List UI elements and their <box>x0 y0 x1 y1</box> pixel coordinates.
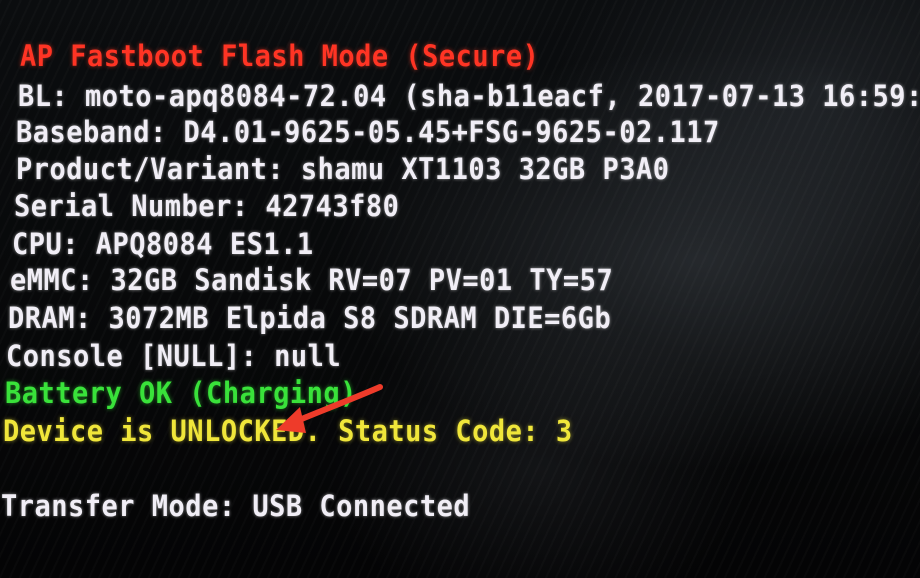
device-unlock-status: Device is UNLOCKED. Status Code: 3 <box>3 415 573 449</box>
fastboot-title: AP Fastboot Flash Mode (Secure) <box>20 40 540 74</box>
battery-status: Battery OK (Charging) <box>5 377 357 411</box>
serial-number: Serial Number: 42743f80 <box>14 190 400 224</box>
product-variant: Product/Variant: shamu XT1103 32GB P3A0 <box>16 153 670 187</box>
console-info: Console [NULL]: null <box>6 340 342 374</box>
fastboot-screen: AP Fastboot Flash Mode (Secure) BL: moto… <box>0 0 920 578</box>
emmc-info: eMMC: 32GB Sandisk RV=07 PV=01 TY=57 <box>10 264 614 298</box>
fastboot-log: AP Fastboot Flash Mode (Secure) BL: moto… <box>0 0 920 523</box>
baseband-version: Baseband: D4.01-9625-05.45+FSG-9625-02.1… <box>16 116 720 150</box>
transfer-mode: Transfer Mode: USB Connected <box>1 490 471 524</box>
bootloader-version: BL: moto-apq8084-72.04 (sha-b11eacf, 201… <box>18 80 920 114</box>
cpu-info: CPU: APQ8084 ES1.1 <box>12 228 314 262</box>
dram-info: DRAM: 3072MB Elpida S8 SDRAM DIE=6Gb <box>8 302 612 336</box>
